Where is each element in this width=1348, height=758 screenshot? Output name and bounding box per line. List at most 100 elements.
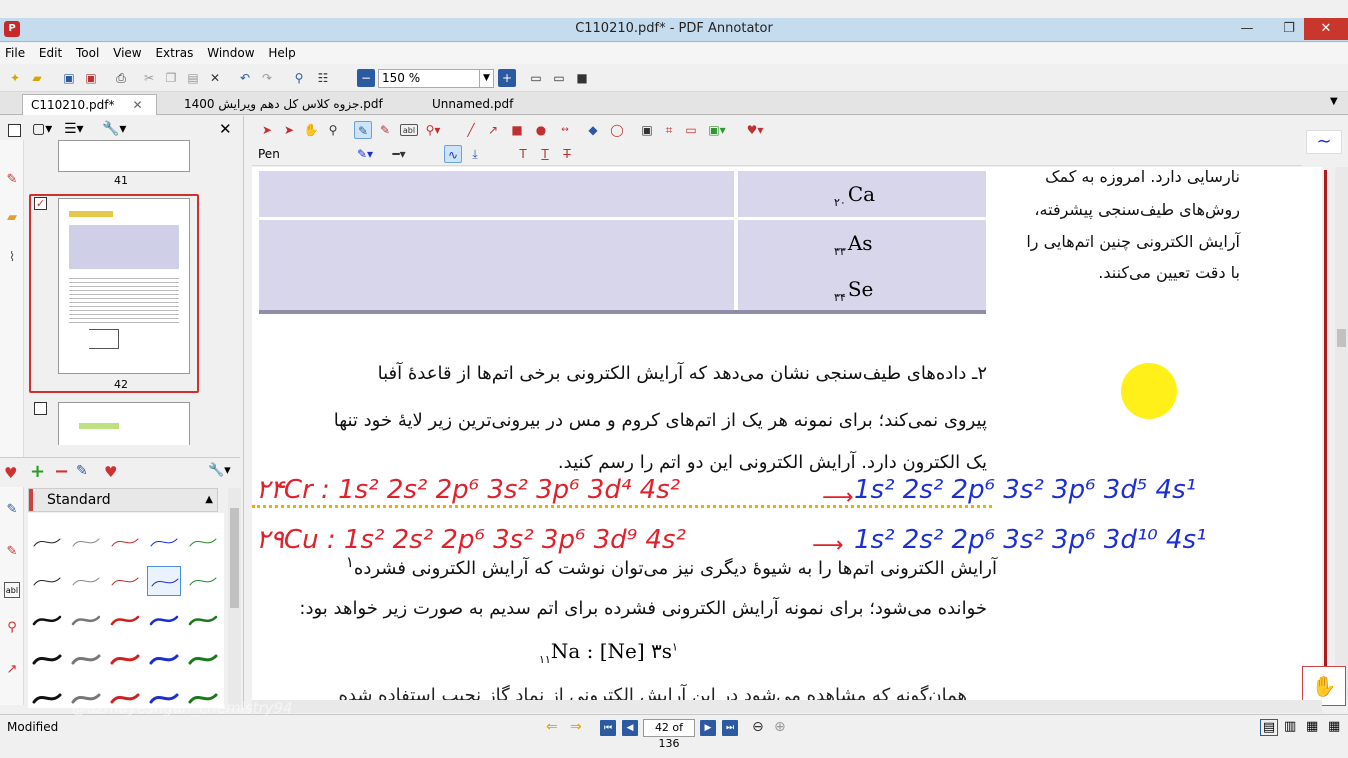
pen-swatch[interactable]: [186, 605, 220, 635]
delete-icon[interactable]: ✕: [206, 69, 224, 87]
pen-scrollbar[interactable]: [228, 488, 241, 708]
highlighter-icon[interactable]: ✎: [376, 121, 394, 139]
select-text-icon[interactable]: ➤: [280, 121, 298, 139]
find-icon[interactable]: ⚲: [290, 69, 308, 87]
ruler-icon[interactable]: ▭: [682, 121, 700, 139]
list-view-icon[interactable]: ☰▾: [64, 121, 84, 137]
thumbnail-page-42[interactable]: [58, 198, 190, 374]
new-document-icon[interactable]: ✦: [6, 69, 24, 87]
folder-icon[interactable]: ▰: [4, 210, 20, 226]
thumbnail-checkbox[interactable]: [34, 402, 47, 415]
arrow-icon[interactable]: ↗: [484, 121, 502, 139]
tab-c110210[interactable]: C110210.pdf* ✕: [22, 94, 157, 115]
page-number-field[interactable]: 42 of 136: [643, 719, 695, 750]
two-page-view-icon[interactable]: ▦: [1306, 719, 1318, 734]
print-icon[interactable]: ⎙: [112, 69, 130, 87]
zoom-out-icon[interactable]: −: [357, 69, 375, 87]
pen-swatch[interactable]: [186, 566, 220, 596]
line-width-icon[interactable]: ━▾: [390, 145, 408, 163]
heart-icon[interactable]: ♥: [104, 463, 117, 481]
pen-swatch[interactable]: [186, 527, 220, 557]
forward-icon[interactable]: ⊕: [774, 719, 786, 735]
next-view-icon[interactable]: ⇒: [570, 719, 582, 735]
highlighter-icon[interactable]: ✎: [4, 544, 20, 560]
horizontal-scrollbar[interactable]: [252, 700, 1322, 713]
zoom-select[interactable]: 150 % ▼: [378, 69, 494, 88]
document-scrollbar[interactable]: [1335, 167, 1348, 700]
heart-icon[interactable]: ♥: [4, 464, 17, 482]
single-page-view-icon[interactable]: ▤: [1260, 719, 1278, 736]
close-panel-icon[interactable]: ✕: [219, 120, 232, 138]
insert-image-icon[interactable]: ▣▾: [708, 121, 726, 139]
continuous-view-icon[interactable]: ▥: [1284, 719, 1296, 734]
pen-swatch[interactable]: [108, 527, 142, 557]
copy-icon[interactable]: ❐: [162, 69, 180, 87]
zoom-in-icon[interactable]: +: [498, 69, 516, 87]
pen-swatch[interactable]: [147, 527, 181, 557]
tab-unnamed[interactable]: Unnamed.pdf: [424, 94, 534, 115]
stamp-icon[interactable]: ⚲▾: [424, 121, 442, 139]
pen-tool-icon[interactable]: ✎: [4, 502, 20, 518]
fit-width-icon[interactable]: ▭: [550, 69, 568, 87]
chevron-up-icon[interactable]: ▲: [205, 489, 213, 511]
measure-icon[interactable]: ↔: [556, 121, 574, 139]
undo-icon[interactable]: ↶: [236, 69, 254, 87]
lasso-icon[interactable]: ◯: [608, 121, 626, 139]
pen-swatch[interactable]: [108, 566, 142, 596]
pdf-page-view[interactable]: ۲۰ Ca ۳۳ As ۳۴ Se نارسایی دارد. امروزه به ک…: [252, 167, 1322, 700]
text-strike-icon[interactable]: T: [558, 145, 576, 163]
text-underline-icon[interactable]: T: [536, 145, 554, 163]
attachment-icon[interactable]: ⌇: [4, 250, 20, 266]
save-as-icon[interactable]: ▣: [82, 69, 100, 87]
pen-swatch[interactable]: [30, 605, 64, 635]
menu-help[interactable]: Help: [263, 43, 300, 63]
menu-view[interactable]: View: [108, 43, 146, 63]
pen-swatch[interactable]: [69, 605, 103, 635]
scrollbar-thumb[interactable]: [230, 508, 239, 608]
previous-page-button[interactable]: ◀: [622, 720, 638, 736]
fullscreen-icon[interactable]: ■: [573, 69, 591, 87]
menu-window[interactable]: Window: [202, 43, 259, 63]
pen-swatch[interactable]: [69, 566, 103, 596]
stamp-icon[interactable]: ⚲: [4, 620, 20, 636]
select-icon[interactable]: ➤: [258, 121, 276, 139]
ellipse-icon[interactable]: ●: [532, 121, 550, 139]
edit-icon[interactable]: ✎: [76, 463, 88, 479]
thumbnail-page-43[interactable]: [58, 402, 190, 445]
pen-swatch[interactable]: [108, 605, 142, 635]
tab-jozve[interactable]: جزوه کلاس کل دهم ویرایش 1400.pdf: [176, 94, 396, 115]
hand-icon[interactable]: ✋: [302, 121, 320, 139]
back-icon[interactable]: ⊖: [752, 719, 764, 735]
current-pen-preview[interactable]: ∼: [1306, 130, 1342, 154]
favorites-icon[interactable]: ♥▾: [746, 121, 764, 139]
checkbox-icon[interactable]: [8, 124, 21, 137]
pen-icon[interactable]: ✎: [354, 121, 372, 139]
pen-swatch[interactable]: [30, 566, 64, 596]
pen-swatch[interactable]: [30, 683, 64, 713]
pen-set-header[interactable]: Standard ▲: [28, 488, 218, 512]
magnifier-icon[interactable]: ⚲: [324, 121, 342, 139]
rectangle-icon[interactable]: ■: [508, 121, 526, 139]
menu-file[interactable]: File: [0, 43, 30, 63]
camera-icon[interactable]: ▣: [638, 121, 656, 139]
line-icon[interactable]: ╱: [462, 121, 480, 139]
thumbnail-page-41[interactable]: [58, 140, 190, 172]
scrollbar-thumb[interactable]: [1337, 329, 1346, 347]
text-icon[interactable]: T: [514, 145, 532, 163]
crop-icon[interactable]: ⌗: [660, 121, 678, 139]
minimize-button[interactable]: —: [1230, 18, 1264, 40]
paste-icon[interactable]: ▤: [184, 69, 202, 87]
wrench-icon[interactable]: 🔧▾: [102, 121, 126, 137]
open-folder-icon[interactable]: ▰: [28, 69, 46, 87]
last-page-button[interactable]: ⏭: [722, 720, 738, 736]
redo-icon[interactable]: ↷: [258, 69, 276, 87]
next-page-button[interactable]: ▶: [700, 720, 716, 736]
two-page-continuous-icon[interactable]: ▦: [1328, 719, 1340, 734]
close-button[interactable]: ✕: [1304, 18, 1348, 40]
fit-page-icon[interactable]: ▭: [527, 69, 545, 87]
smooth-stroke-icon[interactable]: ∿: [444, 145, 462, 163]
maximize-button[interactable]: ❐: [1272, 18, 1306, 40]
previous-view-icon[interactable]: ⇐: [546, 719, 558, 735]
color-picker-icon[interactable]: ✎▾: [356, 145, 374, 163]
wrench-icon[interactable]: 🔧▾: [208, 463, 231, 478]
